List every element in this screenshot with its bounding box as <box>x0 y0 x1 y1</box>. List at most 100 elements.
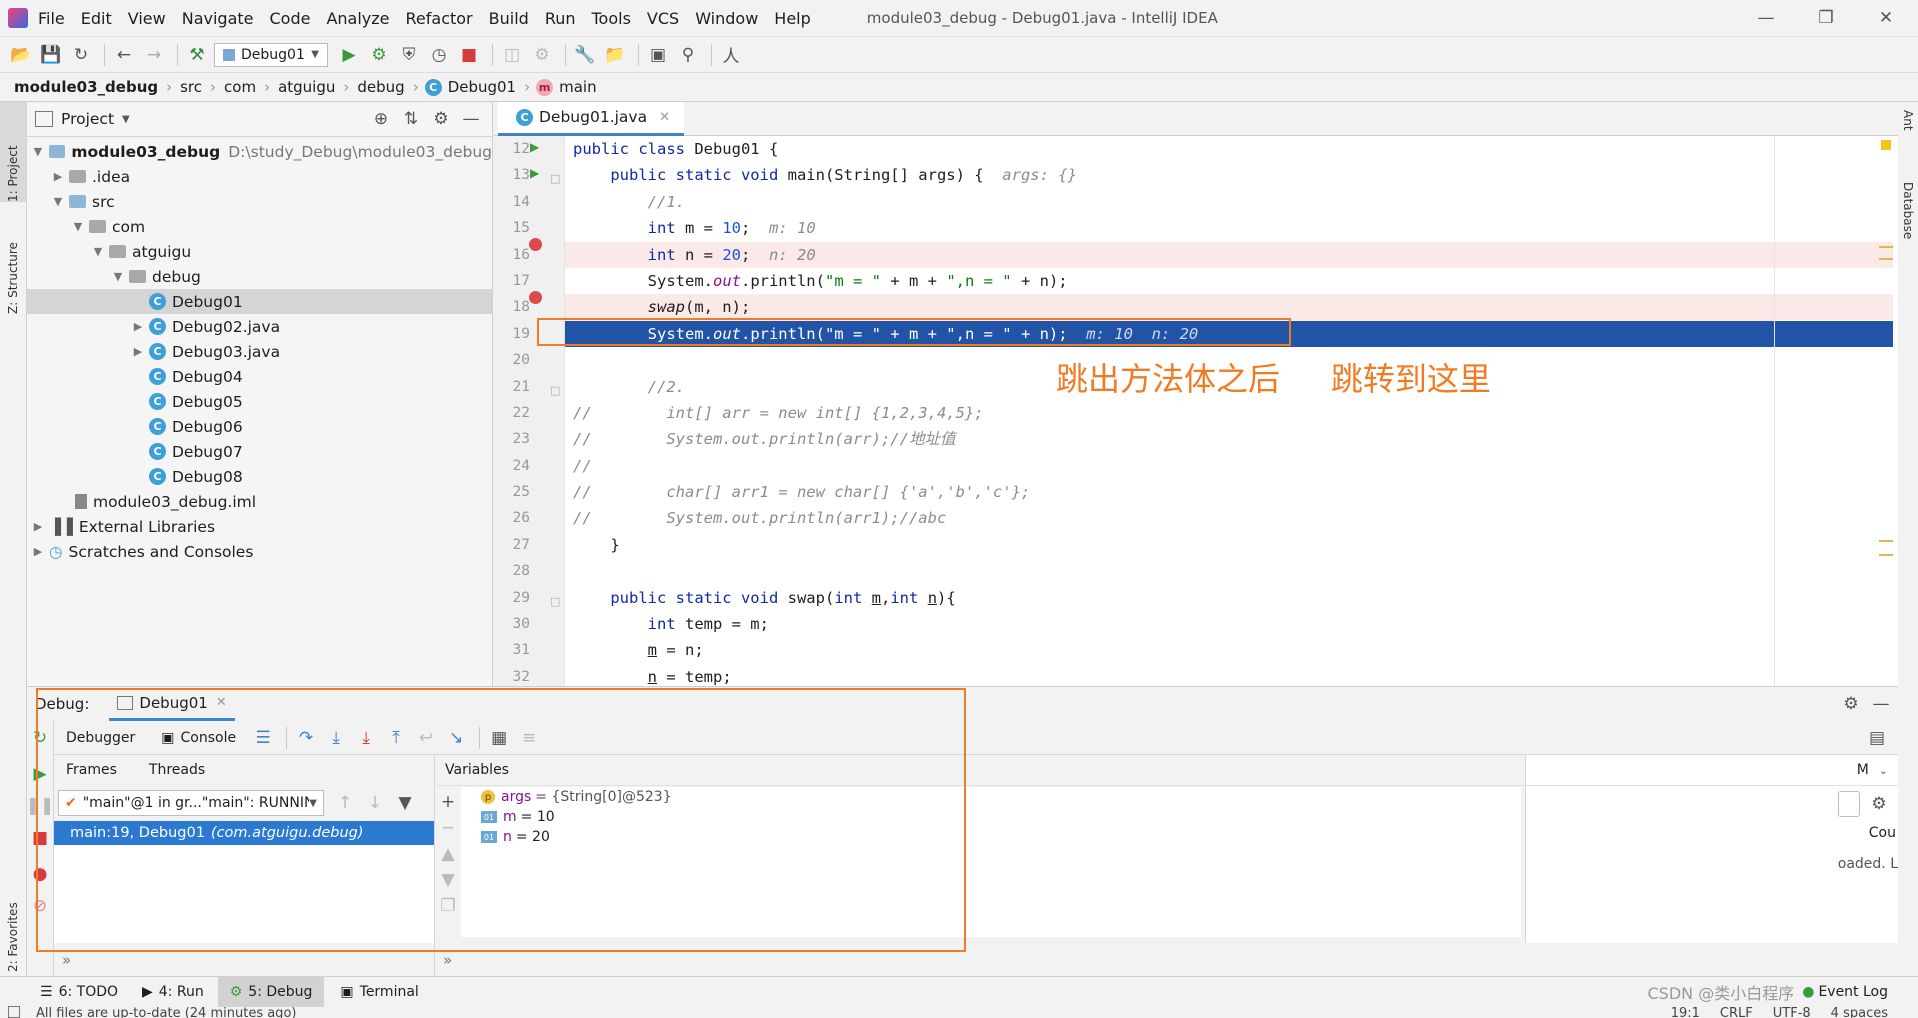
tree-item-class[interactable]: C Debug04 <box>27 364 492 389</box>
locate-target-icon[interactable]: ⊕ <box>368 106 394 132</box>
chevron-down-icon[interactable]: ⌄ <box>1879 764 1888 777</box>
breadcrumb-src[interactable]: src <box>180 78 202 96</box>
indent-setting[interactable]: 4 spaces <box>1831 1006 1888 1018</box>
error-stripe-marker[interactable] <box>1879 540 1893 542</box>
tree-item-com[interactable]: ▼ com <box>27 214 492 239</box>
tree-item-atguigu[interactable]: ▼ atguigu <box>27 239 492 264</box>
profile-icon[interactable]: ◷ <box>426 42 452 68</box>
collapse-all-icon[interactable]: ⇅ <box>398 106 424 132</box>
expand-icon[interactable]: » <box>62 951 71 969</box>
tree-item-idea[interactable]: ▶ .idea <box>27 164 492 189</box>
collapsed-arrow-icon[interactable]: ▶ <box>31 545 45 558</box>
tab-debug01-java[interactable]: C Debug01.java ✕ <box>498 101 685 136</box>
run-gutter-icon[interactable]: ▶ <box>530 166 539 180</box>
terminal-window-icon[interactable]: ▣ <box>645 42 671 68</box>
expand-icon[interactable]: » <box>443 951 452 969</box>
tree-item-class[interactable]: C Debug07 <box>27 439 492 464</box>
close-icon[interactable]: ✕ <box>1858 5 1914 31</box>
tree-item-root[interactable]: ▼ module03_debug D:\study_Debug\module03… <box>27 139 492 164</box>
gear-icon[interactable]: ⚙ <box>1838 691 1864 717</box>
open-folder-icon[interactable]: 📂 <box>8 42 34 68</box>
tree-item-class[interactable]: C Debug06 <box>27 414 492 439</box>
project-tool-tab[interactable]: 1: Project <box>0 102 26 202</box>
project-panel-title[interactable]: Project <box>61 110 114 128</box>
collapsed-arrow-icon[interactable]: ▶ <box>131 345 145 358</box>
collapsed-arrow-icon[interactable]: ▶ <box>51 170 65 183</box>
sync-icon[interactable]: ↻ <box>68 42 94 68</box>
fold-icon[interactable]: □ <box>550 595 560 608</box>
menu-file[interactable]: File <box>38 9 65 28</box>
tree-item-class[interactable]: ▶ C Debug02.java <box>27 314 492 339</box>
tree-item-debug[interactable]: ▼ debug <box>27 264 492 289</box>
menu-analyze[interactable]: Analyze <box>326 9 389 28</box>
minimize-icon[interactable]: — <box>1738 5 1794 31</box>
expanded-arrow-icon[interactable]: ▼ <box>111 270 125 283</box>
attach-icon[interactable]: ◫ <box>499 42 525 68</box>
breakpoint-icon[interactable] <box>529 238 542 251</box>
tab-run[interactable]: 4: Run <box>159 984 204 1000</box>
error-stripe-marker[interactable] <box>1879 554 1893 556</box>
expanded-arrow-icon[interactable]: ▼ <box>71 220 85 233</box>
collapsed-arrow-icon[interactable]: ▶ <box>131 320 145 333</box>
error-stripe-marker[interactable] <box>1879 258 1893 260</box>
collapsed-arrow-icon[interactable]: ▶ <box>31 520 45 533</box>
breakpoint-icon[interactable] <box>529 291 542 304</box>
hide-panel-icon[interactable]: — <box>1868 691 1894 717</box>
breadcrumb-project[interactable]: module03_debug <box>14 78 158 96</box>
run-gutter-icon[interactable]: ▶ <box>530 140 539 154</box>
tree-item-class[interactable]: C Debug05 <box>27 389 492 414</box>
structure-tool-tab[interactable]: Z: Structure <box>0 214 26 314</box>
tree-item-src[interactable]: ▼ src <box>27 189 492 214</box>
menu-tools[interactable]: Tools <box>592 9 631 28</box>
tree-item-scratches[interactable]: ▶ ◷ Scratches and Consoles <box>27 539 492 564</box>
tab-terminal[interactable]: Terminal <box>360 984 419 1000</box>
tree-item-class[interactable]: ▶ C Debug03.java <box>27 339 492 364</box>
restore-layout-icon[interactable]: ▤ <box>1864 725 1890 751</box>
debug-bug-icon[interactable]: ⚙ <box>366 42 392 68</box>
coverage-icon[interactable]: ⛨ <box>396 42 422 68</box>
gear-icon[interactable]: ⚙ <box>428 106 454 132</box>
tree-item-class[interactable]: C Debug08 <box>27 464 492 489</box>
back-icon[interactable]: ← <box>111 42 137 68</box>
run-config-select[interactable]: Debug01 ▼ <box>214 42 328 67</box>
menu-refactor[interactable]: Refactor <box>406 9 473 28</box>
expanded-arrow-icon[interactable]: ▼ <box>51 195 65 208</box>
breadcrumb-method[interactable]: main <box>559 78 596 96</box>
breadcrumb-debug[interactable]: debug <box>357 78 404 96</box>
stop-icon[interactable]: ■ <box>456 42 482 68</box>
run-icon[interactable]: ▶ <box>336 42 362 68</box>
project-structure-icon[interactable]: 📁 <box>602 42 628 68</box>
ant-tool-tab[interactable]: Ant <box>1897 110 1918 170</box>
cursor-position[interactable]: 19:1 <box>1671 1006 1700 1018</box>
editor-scrollbar-area[interactable] <box>1774 136 1898 686</box>
translate-icon[interactable]: 人 <box>718 42 744 68</box>
menu-help[interactable]: Help <box>774 9 810 28</box>
restore-icon[interactable]: ❐ <box>1798 5 1854 31</box>
event-log-button[interactable]: Event Log <box>1818 984 1888 1000</box>
menu-vcs[interactable]: VCS <box>647 9 679 28</box>
build-hammer-icon[interactable]: ⚒ <box>184 42 210 68</box>
code-editor[interactable]: public class Debug01 { public static voi… <box>564 136 1774 686</box>
hide-panel-icon[interactable]: — <box>458 106 484 132</box>
tab-debug[interactable]: ⚙ 5: Debug <box>217 976 325 1007</box>
warning-marker-icon[interactable] <box>1881 140 1891 150</box>
chevron-down-icon[interactable]: ▼ <box>122 114 130 125</box>
database-tool-tab[interactable]: Database <box>1897 182 1918 292</box>
gear-icon[interactable]: ⚙ <box>1866 791 1892 817</box>
menu-navigate[interactable]: Navigate <box>182 9 254 28</box>
memory-search-input[interactable] <box>1838 791 1860 817</box>
menu-code[interactable]: Code <box>270 9 311 28</box>
tab-todo[interactable]: 6: TODO <box>59 984 118 1000</box>
fold-icon[interactable]: □ <box>550 172 560 185</box>
forward-icon[interactable]: → <box>141 42 167 68</box>
favorites-tool-tab[interactable]: 2: Favorites <box>0 862 26 972</box>
menu-window[interactable]: Window <box>695 9 758 28</box>
tree-item-external-libraries[interactable]: ▶ ▐▐ External Libraries <box>27 514 492 539</box>
error-stripe-marker[interactable] <box>1879 246 1893 248</box>
tree-item-iml[interactable]: module03_debug.iml <box>27 489 492 514</box>
update-icon[interactable]: ⚙ <box>529 42 555 68</box>
settings-wrench-icon[interactable]: 🔧 <box>572 42 598 68</box>
breadcrumb-com[interactable]: com <box>224 78 256 96</box>
breadcrumb-atguigu[interactable]: atguigu <box>278 78 335 96</box>
menu-build[interactable]: Build <box>489 9 529 28</box>
